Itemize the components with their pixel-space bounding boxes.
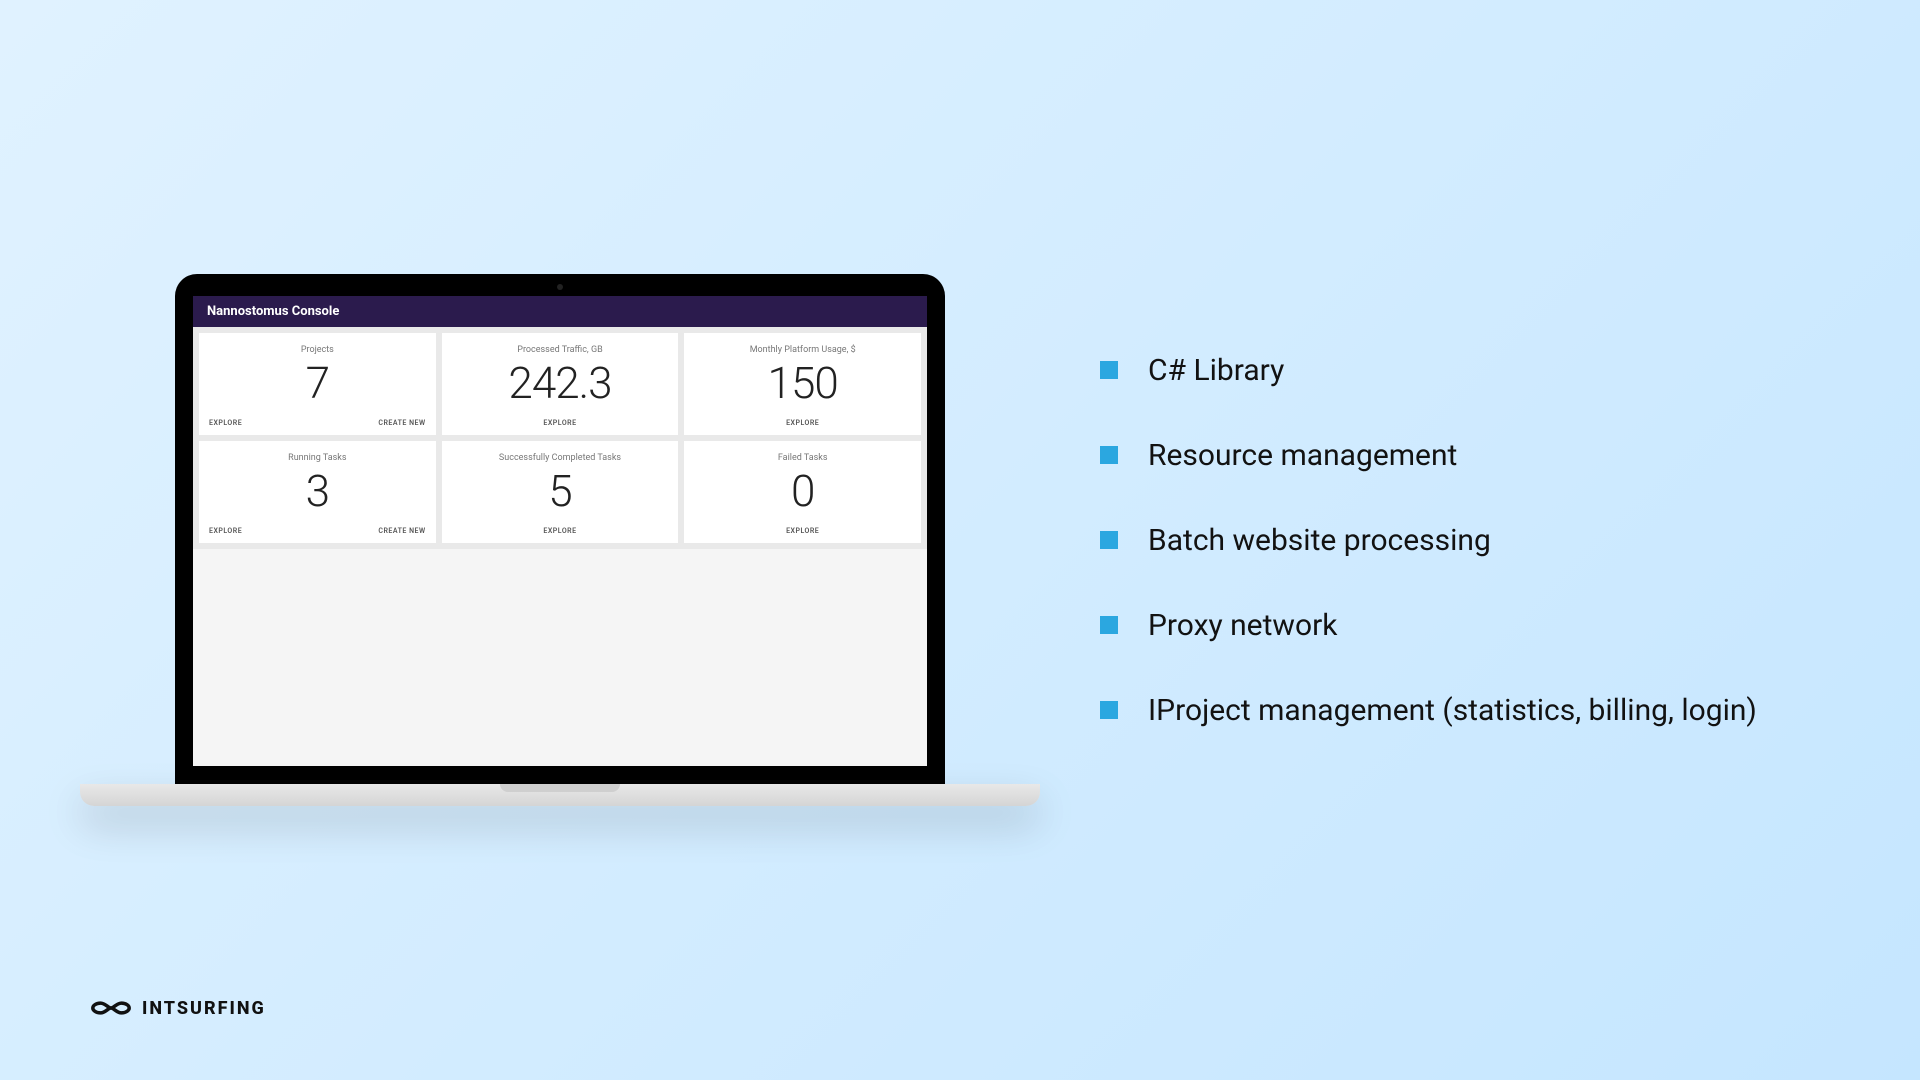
stat-value: 5 <box>548 467 571 515</box>
square-bullet-icon <box>1100 616 1118 634</box>
brand-footer: INTSURFING <box>90 996 266 1020</box>
list-item: Proxy network <box>1100 608 1757 643</box>
stat-value: 150 <box>768 359 838 407</box>
laptop-mockup: Nannostomus Console Projects 7 EXPLORE C… <box>80 274 1040 806</box>
feature-text: Resource management <box>1148 438 1457 473</box>
dashboard-grid: Projects 7 EXPLORE CREATE NEW Processed … <box>193 327 927 549</box>
console-title: Nannostomus Console <box>207 304 913 319</box>
list-item: C# Library <box>1100 353 1757 388</box>
stat-card-failed: Failed Tasks 0 EXPLORE <box>684 441 921 543</box>
square-bullet-icon <box>1100 361 1118 379</box>
square-bullet-icon <box>1100 531 1118 549</box>
list-item: Batch website processing <box>1100 523 1757 558</box>
feature-text: Batch website processing <box>1148 523 1491 558</box>
create-new-link[interactable]: CREATE NEW <box>378 419 425 427</box>
infinity-logo-icon <box>90 996 132 1020</box>
console-screen: Nannostomus Console Projects 7 EXPLORE C… <box>193 296 927 766</box>
feature-text: IProject management (statistics, billing… <box>1148 693 1757 728</box>
stat-value: 7 <box>306 359 329 407</box>
stat-value: 3 <box>306 467 329 515</box>
explore-link[interactable]: EXPLORE <box>543 419 576 427</box>
explore-link[interactable]: EXPLORE <box>786 419 819 427</box>
console-header: Nannostomus Console <box>193 296 927 327</box>
stat-card-running: Running Tasks 3 EXPLORE CREATE NEW <box>199 441 436 543</box>
list-item: Resource management <box>1100 438 1757 473</box>
feature-text: C# Library <box>1148 353 1284 388</box>
create-new-link[interactable]: CREATE NEW <box>378 527 425 535</box>
stat-label: Projects <box>301 345 334 355</box>
laptop-screen-frame: Nannostomus Console Projects 7 EXPLORE C… <box>175 274 945 784</box>
laptop-base <box>80 784 1040 806</box>
square-bullet-icon <box>1100 446 1118 464</box>
slide: Nannostomus Console Projects 7 EXPLORE C… <box>0 0 1920 1080</box>
stat-label: Processed Traffic, GB <box>517 345 602 355</box>
stat-label: Successfully Completed Tasks <box>499 453 621 463</box>
feature-list: C# Library Resource management Batch web… <box>1100 353 1757 728</box>
stat-label: Monthly Platform Usage, $ <box>750 345 856 355</box>
list-item: IProject management (statistics, billing… <box>1100 693 1757 728</box>
stat-card-usage: Monthly Platform Usage, $ 150 EXPLORE <box>684 333 921 435</box>
stat-value: 0 <box>791 467 814 515</box>
stat-label: Running Tasks <box>288 453 346 463</box>
stat-card-traffic: Processed Traffic, GB 242.3 EXPLORE <box>442 333 679 435</box>
explore-link[interactable]: EXPLORE <box>786 527 819 535</box>
stat-card-projects: Projects 7 EXPLORE CREATE NEW <box>199 333 436 435</box>
brand-name: INTSURFING <box>142 998 266 1019</box>
explore-link[interactable]: EXPLORE <box>543 527 576 535</box>
stat-label: Failed Tasks <box>778 453 828 463</box>
explore-link[interactable]: EXPLORE <box>209 419 242 427</box>
square-bullet-icon <box>1100 701 1118 719</box>
feature-text: Proxy network <box>1148 608 1337 643</box>
stat-card-completed: Successfully Completed Tasks 5 EXPLORE <box>442 441 679 543</box>
explore-link[interactable]: EXPLORE <box>209 527 242 535</box>
stat-value: 242.3 <box>508 359 611 407</box>
